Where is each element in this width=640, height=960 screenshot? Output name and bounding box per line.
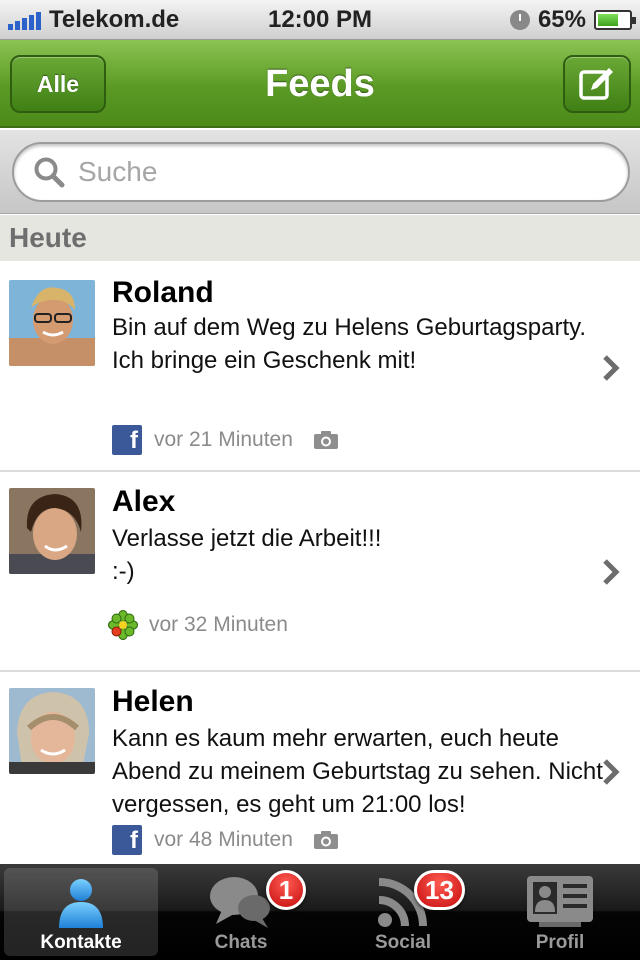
filter-all-button[interactable]: Alle [10,55,106,113]
chevron-right-icon [603,559,620,585]
feed-message: Bin auf dem Weg zu Helens Geburtagsparty… [112,314,587,374]
chevron-right-icon [603,355,620,381]
profile-card-icon [527,876,593,927]
chat-bubbles-icon [210,877,270,928]
timestamp: vor 21 Minuten [154,428,293,451]
avatar [9,688,95,774]
battery-icon [594,9,636,30]
contacts-icon [59,879,103,928]
tab-label: Social [375,932,431,953]
tab-profil[interactable]: Profil [483,868,637,956]
search-bar [0,130,640,214]
facebook-icon: f [112,825,142,855]
status-bar: Telekom.de 12:00 PM 65% [0,0,640,40]
timestamp: vor 32 Minuten [149,613,288,636]
tab-label: Kontakte [40,932,122,953]
avatar [9,280,95,366]
signal-strength-icon [8,10,41,30]
unread-badge: 1 [266,870,306,910]
contact-name: Alex [112,485,176,518]
compose-button[interactable] [563,55,631,113]
feed-meta: f vor 21 Minuten [112,425,339,455]
unread-badge: 13 [414,870,465,910]
section-header-today: Heute [0,215,640,261]
contact-name: Roland [112,276,214,309]
compose-icon [579,68,613,100]
facebook-icon: f [112,425,142,455]
feed-meta: vor 32 Minuten [108,610,288,640]
feed-message: Verlasse jetzt die Arbeit!!! :-) [112,525,382,585]
carrier-name: Telekom.de [49,5,180,33]
icq-flower-icon [108,610,138,640]
feed-item[interactable]: Alex Verlasse jetzt die Arbeit!!! :-) vo… [0,472,640,672]
feed-message: Kann es kaum mehr erwarten, euch heute A… [112,725,603,818]
tab-label: Chats [214,932,268,953]
tab-chats[interactable]: Chats 1 [164,868,318,956]
navigation-bar: Feeds Alle [0,40,640,128]
search-field[interactable] [12,142,630,202]
tab-bar: Kontakte Chats 1 Social 13 Profil [0,864,640,960]
camera-icon [313,831,338,849]
camera-icon [313,431,338,449]
tab-kontakte[interactable]: Kontakte [4,868,158,956]
search-icon [34,157,65,188]
search-input[interactable] [78,156,598,188]
feed-item[interactable]: Roland Bin auf dem Weg zu Helens Geburta… [0,261,640,472]
tab-label: Profil [535,932,585,953]
feed-item[interactable]: Helen Kann es kaum mehr erwarten, euch h… [0,672,640,864]
avatar [9,488,95,574]
contact-name: Helen [112,685,194,718]
feed-meta: f vor 48 Minuten [112,825,339,855]
tab-social[interactable]: Social 13 [326,868,480,956]
alarm-clock-icon [509,9,530,30]
timestamp: vor 48 Minuten [154,828,293,851]
chevron-right-icon [603,759,620,785]
battery-percent: 65% [537,5,586,33]
